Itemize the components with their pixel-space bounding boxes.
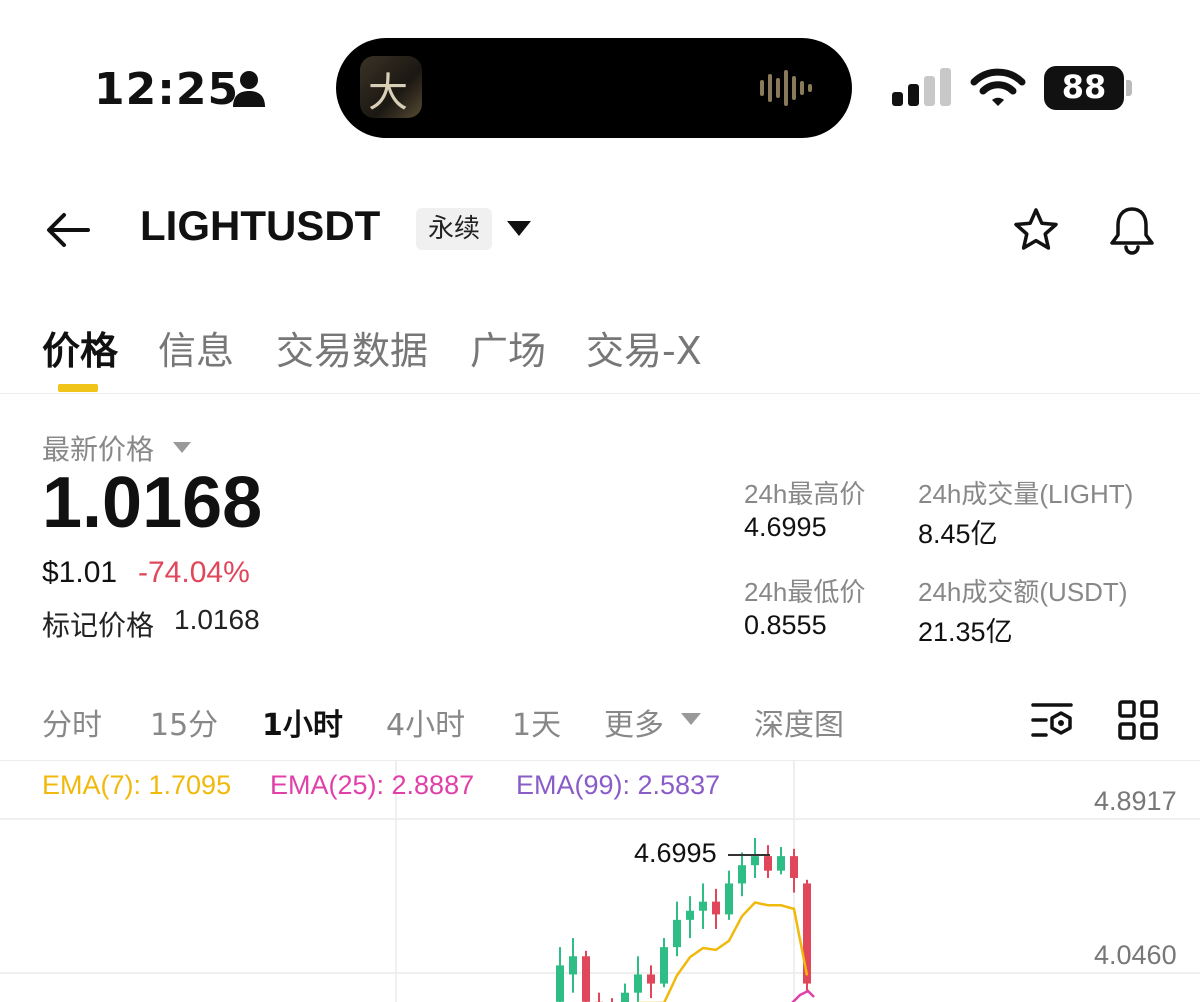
candle-body [751,856,759,866]
battery-indicator: 88 [1044,66,1124,110]
candle-body [634,974,642,993]
main-tabs: 价格 信息 交易数据 广场 交易-X [0,310,1200,394]
candle-body [777,856,785,871]
person-icon [233,71,265,107]
y-axis-label-top: 4.8917 [1094,786,1177,816]
interval-4h[interactable]: 4小时 [386,700,465,744]
contract-type-badge: 永续 [416,208,493,250]
status-time: 12:25 [94,64,240,115]
interval-time-sharing[interactable]: 分时 [42,700,102,744]
candle-body [647,974,655,984]
candle-body [738,865,746,884]
candle-body [725,883,733,915]
y-axis-label-mid: 4.0460 [1094,940,1177,970]
star-favorite-icon[interactable] [1012,206,1060,254]
active-tab-underline [58,384,98,392]
mark-price-value: 1.0168 [174,604,260,635]
tab-price[interactable]: 价格 [42,320,118,375]
depth-chart-tab[interactable]: 深度图 [754,700,844,744]
dynamic-island: 大 [336,38,852,138]
latest-price-caret-icon[interactable] [172,440,192,454]
battery-level: 88 [1061,68,1107,106]
candle-body [699,901,707,911]
low-24h-value: 0.8555 [744,610,827,640]
symbol-dropdown-caret-icon[interactable] [506,220,532,238]
layout-grid-icon[interactable] [1118,700,1158,740]
ema99-label: EMA(99): 2.5837 [516,770,721,800]
bell-alert-icon[interactable] [1106,204,1158,256]
high-marker-line [728,854,770,856]
candle-body [582,956,590,1002]
symbol-title[interactable]: LIGHTUSDT [140,202,380,250]
tab-trading-data[interactable]: 交易数据 [276,320,428,375]
tab-trade-x[interactable]: 交易-X [586,320,702,375]
mark-price-label: 标记价格 [42,609,155,642]
interval-15m[interactable]: 15分 [150,700,218,744]
battery-cap [1126,80,1132,96]
more-intervals-caret-icon[interactable] [680,712,702,726]
ema7-label: EMA(7): 1.7095 [42,770,232,800]
interval-1h[interactable]: 1小时 [262,700,343,744]
candle-body [803,883,811,984]
volume-24h-value: 8.45亿 [918,519,998,549]
candle-body [712,901,720,915]
turnover-24h-label: 24h成交额(USDT) [918,577,1128,607]
tab-square[interactable]: 广场 [470,320,546,375]
tab-info[interactable]: 信息 [158,320,234,375]
candle-body [621,992,629,1002]
last-price: 1.0168 [42,463,263,543]
wifi-icon [970,68,1026,106]
volume-24h-label: 24h成交量(LIGHT) [918,479,1134,509]
candle-body [569,956,577,975]
candle-body [686,910,694,920]
usd-price: $1.01 [42,556,118,589]
candle-body [556,965,564,1002]
high-price-marker: 4.6995 [634,838,717,868]
candle-body [673,919,681,948]
chart-settings-icon[interactable] [1030,700,1074,740]
candle-body [790,856,798,878]
audio-wave-icon [760,70,812,106]
high-24h-label: 24h最高价 [744,479,866,509]
app-thumbnail-icon: 大 [360,56,422,118]
price-change-percent: -74.04% [138,556,250,589]
back-arrow-icon[interactable] [44,206,92,254]
ema25-label: EMA(25): 2.8887 [270,770,475,800]
candle-body [660,947,668,984]
interval-1d[interactable]: 1天 [512,700,561,744]
cellular-signal-icon [892,68,951,106]
candle-body [764,856,772,871]
interval-more[interactable]: 更多 [604,700,664,744]
low-24h-label: 24h最低价 [744,577,866,607]
ema25-line [791,989,815,1002]
turnover-24h-value: 21.35亿 [918,617,1013,647]
high-24h-value: 4.6995 [744,512,827,542]
status-bar: 12:25 大 88 [0,0,1200,150]
